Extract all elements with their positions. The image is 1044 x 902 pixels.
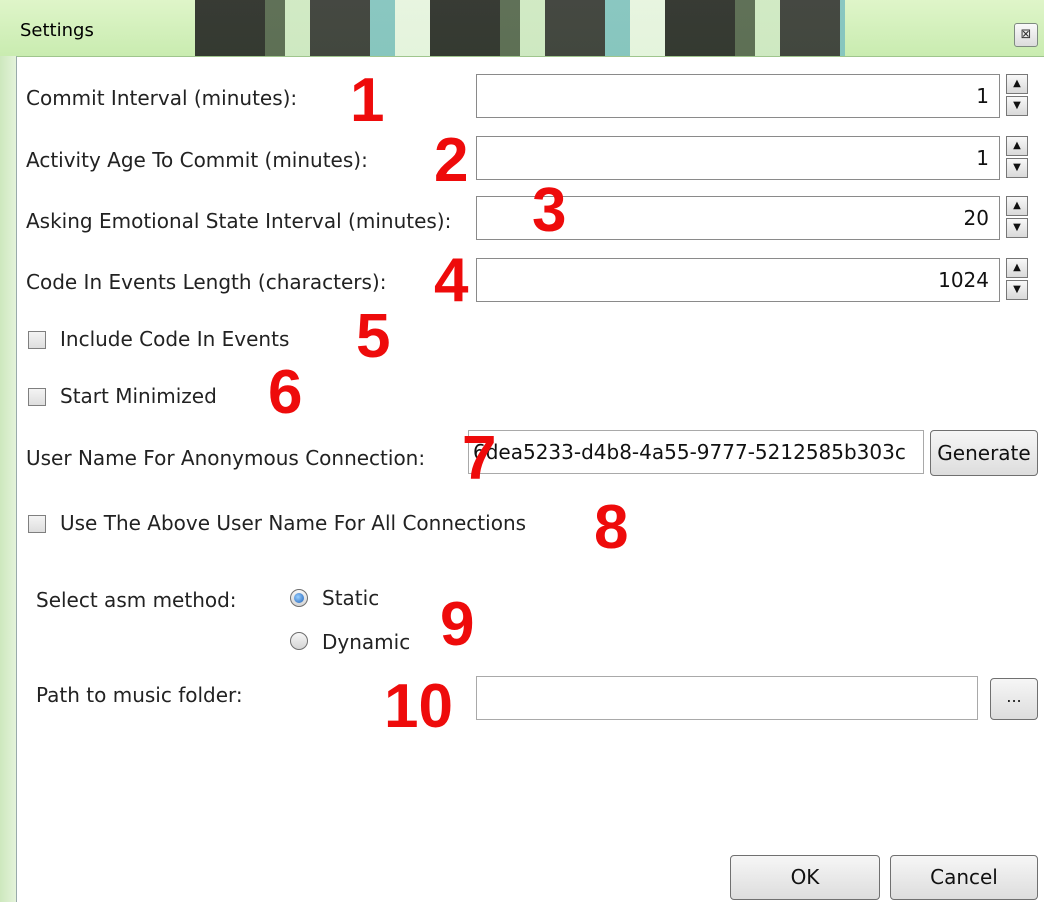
commit-interval-input[interactable]: 1	[476, 74, 1000, 118]
spin-down-icon[interactable]: ▼	[1006, 158, 1028, 178]
title-bar: Settings ⊠	[0, 0, 1044, 57]
activity-age-input[interactable]: 1	[476, 136, 1000, 180]
code-events-length-spinner[interactable]: ▲ ▼	[1006, 258, 1028, 302]
generate-button[interactable]: Generate	[930, 430, 1038, 476]
dynamic-radio-label[interactable]: Dynamic	[322, 630, 410, 654]
marker-3: 3	[532, 176, 567, 245]
dynamic-radio[interactable]	[290, 632, 308, 650]
emotional-state-interval-spinner[interactable]: ▲ ▼	[1006, 196, 1028, 240]
music-path-label: Path to music folder:	[36, 683, 243, 707]
start-minimized-label[interactable]: Start Minimized	[60, 384, 217, 408]
activity-age-label: Activity Age To Commit (minutes):	[26, 148, 368, 172]
marker-4: 4	[434, 246, 469, 315]
spin-up-icon[interactable]: ▲	[1006, 74, 1028, 94]
browse-button[interactable]: ...	[990, 678, 1038, 720]
commit-interval-label: Commit Interval (minutes):	[26, 86, 298, 110]
include-code-checkbox[interactable]	[28, 331, 46, 349]
static-radio[interactable]	[290, 589, 308, 607]
spin-up-icon[interactable]: ▲	[1006, 258, 1028, 278]
close-icon[interactable]: ⊠	[1014, 23, 1038, 47]
spin-down-icon[interactable]: ▼	[1006, 96, 1028, 116]
marker-9: 9	[440, 590, 475, 659]
emotional-state-interval-label: Asking Emotional State Interval (minutes…	[26, 209, 452, 233]
marker-10: 10	[384, 672, 453, 741]
music-path-input[interactable]	[476, 676, 978, 720]
marker-1: 1	[350, 66, 385, 135]
spin-down-icon[interactable]: ▼	[1006, 218, 1028, 238]
marker-2: 2	[434, 126, 469, 195]
ok-button[interactable]: OK	[730, 855, 880, 900]
spin-up-icon[interactable]: ▲	[1006, 136, 1028, 156]
code-events-length-input[interactable]: 1024	[476, 258, 1000, 302]
static-radio-label[interactable]: Static	[322, 586, 379, 610]
marker-5: 5	[356, 302, 391, 371]
code-events-length-label: Code In Events Length (characters):	[26, 270, 387, 294]
username-input[interactable]: 6dea5233-d4b8-4a55-9777-5212585b303c	[468, 430, 924, 474]
username-label: User Name For Anonymous Connection:	[26, 446, 426, 470]
spin-up-icon[interactable]: ▲	[1006, 196, 1028, 216]
start-minimized-checkbox[interactable]	[28, 388, 46, 406]
window-left-border	[0, 56, 17, 902]
include-code-label[interactable]: Include Code In Events	[60, 327, 289, 351]
marker-6: 6	[268, 358, 303, 427]
asm-method-label: Select asm method:	[36, 588, 237, 612]
spin-down-icon[interactable]: ▼	[1006, 280, 1028, 300]
window-title: Settings	[20, 20, 94, 41]
activity-age-spinner[interactable]: ▲ ▼	[1006, 136, 1028, 180]
commit-interval-spinner[interactable]: ▲ ▼	[1006, 74, 1028, 118]
use-username-all-checkbox[interactable]	[28, 515, 46, 533]
cancel-button[interactable]: Cancel	[890, 855, 1038, 900]
marker-8: 8	[594, 493, 629, 562]
use-username-all-label[interactable]: Use The Above User Name For All Connecti…	[60, 511, 526, 535]
marker-7: 7	[462, 424, 497, 493]
titlebar-decoration	[195, 0, 845, 56]
